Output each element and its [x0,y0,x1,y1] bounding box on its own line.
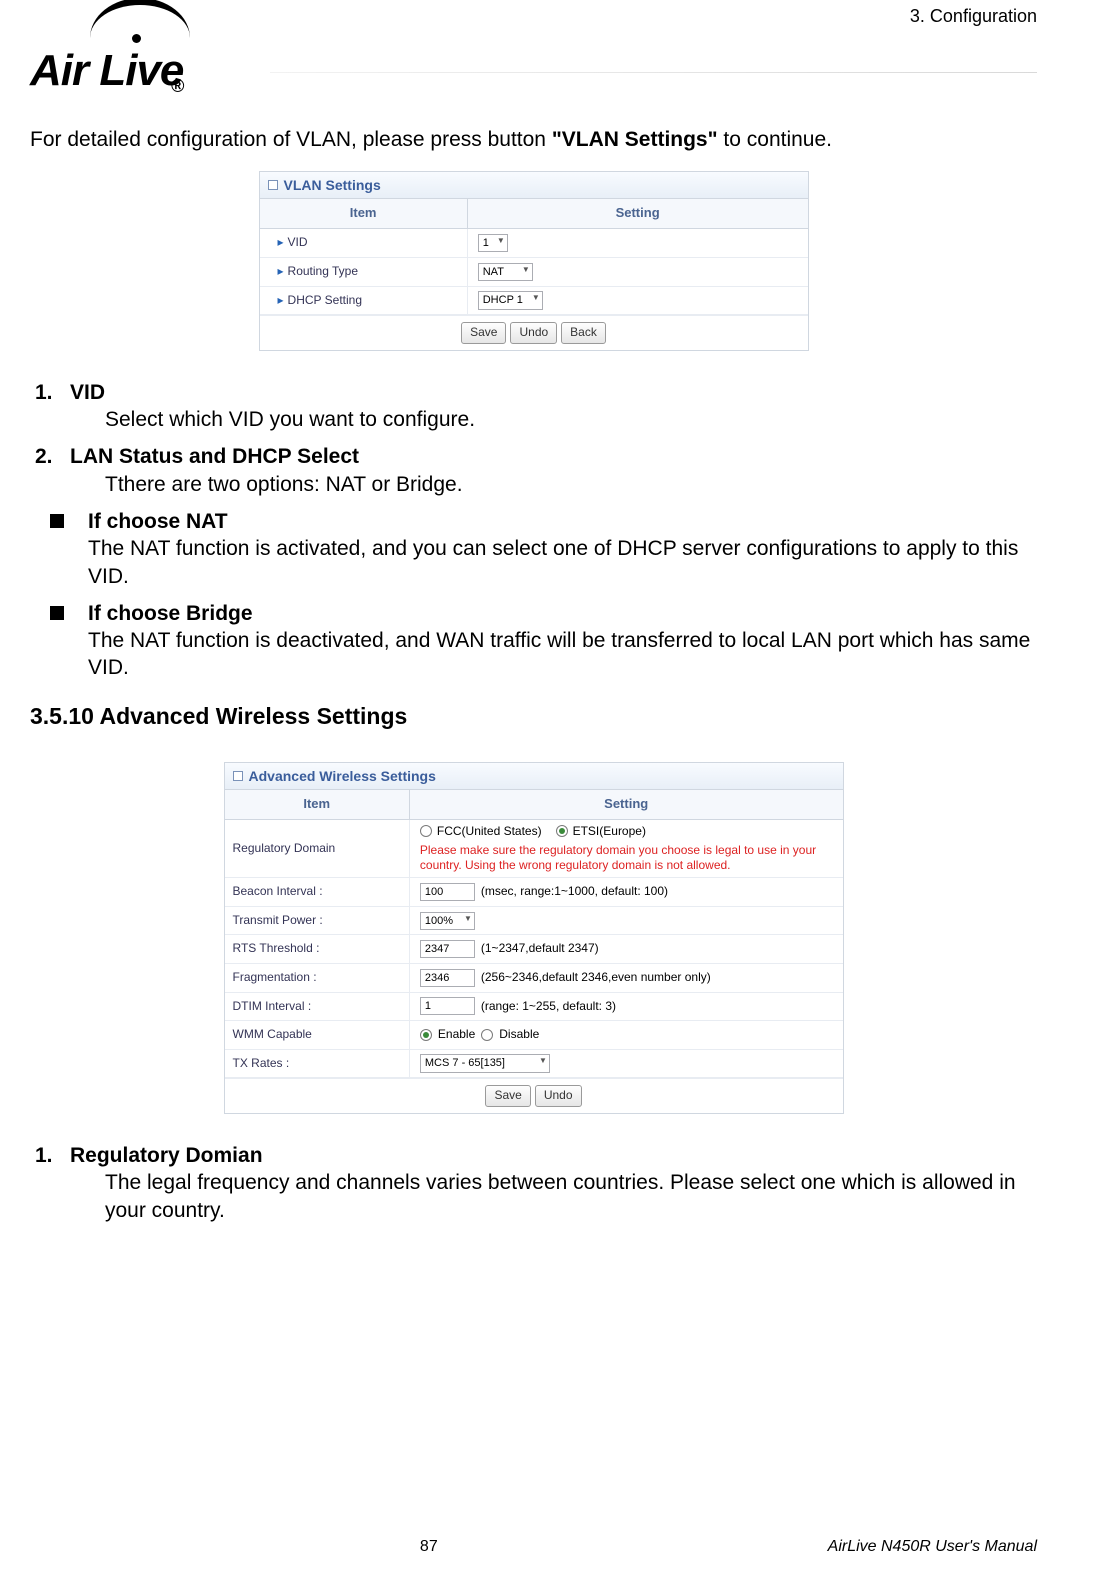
wmm-disable-label: Disable [499,1027,539,1043]
routing-type-select[interactable]: NAT [478,263,533,281]
wmm-enable-radio[interactable] [420,1029,432,1041]
regulatory-domain-label: Regulatory Domain [225,820,410,878]
etsi-radio[interactable] [556,825,568,837]
column-header-setting: Setting [410,790,843,819]
transmit-power-select[interactable]: 100% [420,912,475,930]
list-item: If choose NAT The NAT function is activa… [50,508,1037,590]
tx-rates-select[interactable]: MCS 7 - 65[135] [420,1054,550,1072]
list-item: 2.LAN Status and DHCP Select Tthere are … [30,443,1037,498]
etsi-radio-label: ETSI(Europe) [573,824,646,840]
panel-icon [233,771,243,781]
routing-type-label: ▸Routing Type [260,258,468,286]
column-header-setting: Setting [468,199,808,228]
manual-title: AirLive N450R User's Manual [828,1538,1037,1556]
fcc-radio-label: FCC(United States) [437,824,542,840]
beacon-interval-label: Beacon Interval : [225,878,410,906]
rts-threshold-hint: (1~2347,default 2347) [481,941,599,957]
back-button[interactable]: Back [561,322,606,344]
rts-threshold-input[interactable] [420,940,475,958]
triangle-icon: ▸ [278,293,284,309]
fcc-radio[interactable] [420,825,432,837]
vlan-settings-panel: VLAN Settings Item Setting ▸VID 1 ▸Routi… [259,171,809,350]
wmm-enable-label: Enable [438,1027,475,1043]
logo-text: Air Live® [30,46,183,96]
list-item: 1.VID Select which VID you want to confi… [30,379,1037,434]
brand-logo: Air Live® [30,6,260,96]
fragmentation-input[interactable] [420,969,475,987]
page-number: 87 [420,1538,438,1556]
dtim-interval-hint: (range: 1~255, default: 3) [481,999,616,1015]
list-item: 1.Regulatory Domian The legal frequency … [30,1142,1037,1224]
aws-panel-title: Advanced Wireless Settings [225,763,843,790]
fragmentation-label: Fragmentation : [225,964,410,992]
vid-label: ▸VID [260,229,468,257]
rts-threshold-label: RTS Threshold : [225,935,410,963]
column-header-item: Item [260,199,468,228]
triangle-icon: ▸ [278,264,284,280]
section-heading: 3.5.10 Advanced Wireless Settings [30,702,1037,732]
wmm-disable-radio[interactable] [481,1029,493,1041]
dtim-interval-input[interactable] [420,997,475,1015]
tx-rates-label: TX Rates : [225,1050,410,1078]
triangle-icon: ▸ [278,235,284,251]
save-button[interactable]: Save [485,1085,530,1107]
registered-icon: ® [171,76,183,97]
square-bullet-icon [50,606,64,620]
dhcp-setting-label: ▸DHCP Setting [260,287,468,315]
wmm-capable-label: WMM Capable [225,1021,410,1049]
beacon-interval-hint: (msec, range:1~1000, default: 100) [481,884,668,900]
regulatory-warning: Please make sure the regulatory domain y… [420,843,833,873]
list-item: If choose Bridge The NAT function is dea… [50,600,1037,682]
transmit-power-label: Transmit Power : [225,907,410,935]
save-button[interactable]: Save [461,322,506,344]
header-divider [270,72,1037,73]
dtim-interval-label: DTIM Interval : [225,993,410,1021]
chapter-label: 3. Configuration [910,6,1037,27]
undo-button[interactable]: Undo [510,322,557,344]
dhcp-setting-select[interactable]: DHCP 1 [478,291,543,309]
panel-icon [268,180,278,190]
advanced-wireless-panel: Advanced Wireless Settings Item Setting … [224,762,844,1114]
fragmentation-hint: (256~2346,default 2346,even number only) [481,970,711,986]
column-header-item: Item [225,790,410,819]
beacon-interval-input[interactable] [420,883,475,901]
undo-button[interactable]: Undo [535,1085,582,1107]
vid-select[interactable]: 1 [478,234,508,252]
vlan-panel-title: VLAN Settings [260,172,808,199]
square-bullet-icon [50,514,64,528]
wifi-dot-icon [132,34,141,43]
intro-text: For detailed configuration of VLAN, plea… [30,126,1037,153]
